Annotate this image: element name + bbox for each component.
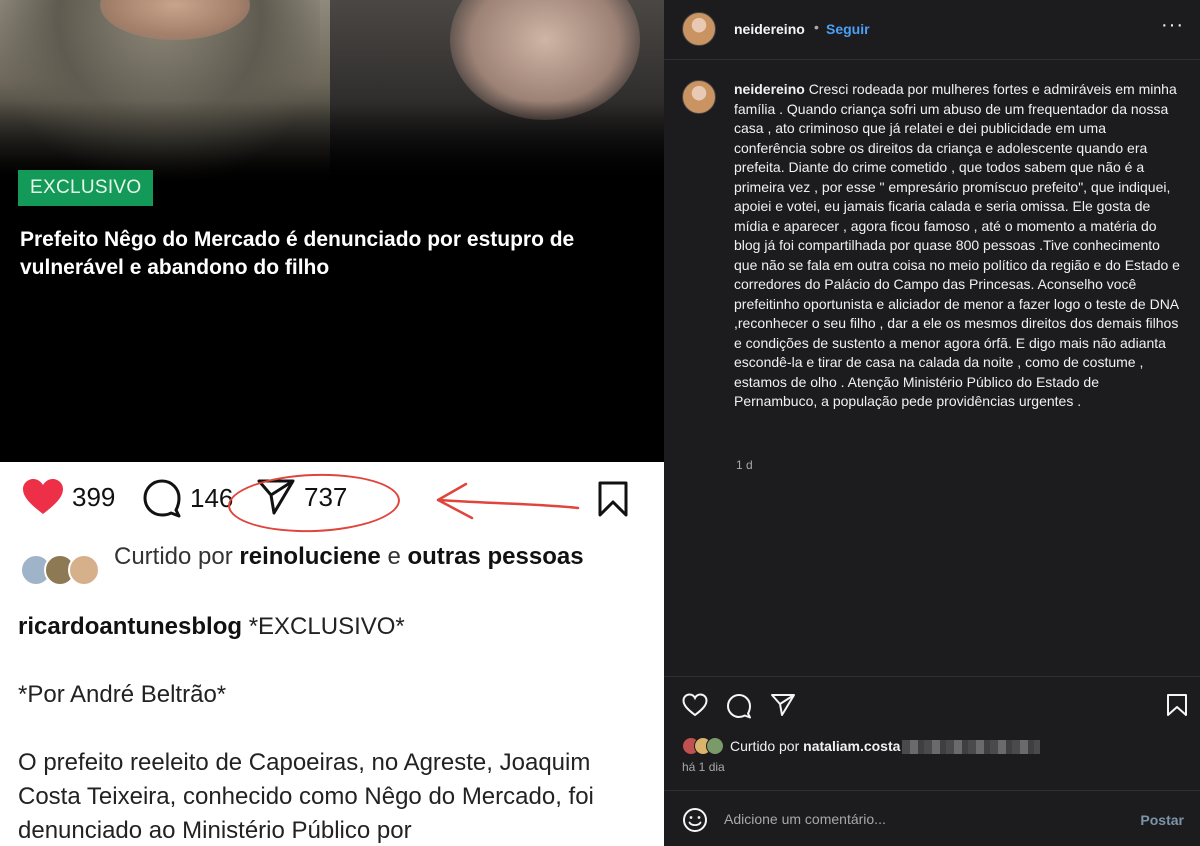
- avatar: [68, 554, 100, 586]
- comment-bar: Postar: [664, 790, 1200, 846]
- more-options-icon[interactable]: ···: [1161, 14, 1184, 37]
- caption-first: *EXCLUSIVO*: [248, 613, 405, 640]
- redacted-text: [902, 740, 1041, 755]
- post-actions-bar: [664, 676, 1200, 732]
- comment-text: neidereino Cresci rodeada por mulheres f…: [734, 80, 1180, 412]
- like-action[interactable]: 399: [22, 478, 115, 516]
- likes-summary: Curtido por nataliam.costa: [682, 735, 1041, 757]
- heart-icon[interactable]: [682, 693, 708, 717]
- separator-dot: •: [814, 19, 819, 35]
- liked-by-prefix: Curtido por: [114, 543, 233, 570]
- post-image: EXCLUSIVO Prefeito Nêgo do Mercado é den…: [0, 0, 664, 462]
- caption-byline: *Por André Beltrão*: [18, 681, 227, 708]
- liked-by-user[interactable]: reinoluciene: [239, 543, 380, 570]
- headline: Prefeito Nêgo do Mercado é denunciado po…: [20, 228, 575, 279]
- caption-body: O prefeito reeleito de Capoeiras, no Agr…: [18, 749, 594, 844]
- like-count: 399: [72, 481, 116, 512]
- caption-user[interactable]: ricardoantunesblog: [18, 613, 242, 640]
- red-arrow-annotation: [436, 482, 580, 520]
- comment-input[interactable]: [724, 805, 1114, 833]
- comment-body: Cresci rodeada por mulheres fortes e adm…: [734, 81, 1180, 409]
- comment-count: 146: [190, 482, 234, 513]
- liked-by-others[interactable]: outras pessoas: [407, 543, 583, 570]
- avatar[interactable]: [682, 80, 716, 114]
- comment-icon[interactable]: [726, 693, 752, 719]
- comment-time: 1 d: [736, 458, 753, 472]
- phone-screenshot: EXCLUSIVO Prefeito Nêgo do Mercado é den…: [0, 0, 664, 846]
- avatar[interactable]: [682, 12, 716, 46]
- comment-action[interactable]: 146: [142, 478, 233, 518]
- liked-by-joiner: e: [387, 543, 401, 570]
- exclusive-badge: EXCLUSIVO: [18, 170, 154, 206]
- send-icon[interactable]: [770, 693, 796, 717]
- bookmark-icon[interactable]: [1166, 693, 1188, 717]
- likes-prefix: Curtido por: [730, 737, 800, 754]
- avatar: [706, 737, 724, 755]
- comment-icon[interactable]: [142, 478, 182, 518]
- post-age: há 1 dia: [682, 760, 725, 774]
- post-comment-button[interactable]: Postar: [1140, 812, 1184, 828]
- post-header: neidereino • Seguir ···: [664, 0, 1200, 60]
- likes-user[interactable]: nataliam.costa: [803, 738, 900, 754]
- liker-avatars: [20, 554, 104, 588]
- post-caption: ricardoantunesblog *EXCLUSIVO* *Por Andr…: [18, 610, 658, 846]
- bookmark-icon[interactable]: [596, 480, 630, 518]
- comment-username[interactable]: neidereino: [734, 81, 805, 97]
- follow-button[interactable]: Seguir: [826, 21, 870, 37]
- emoji-icon[interactable]: [682, 807, 708, 833]
- header-username[interactable]: neidereino: [734, 21, 805, 37]
- instagram-post-panel: neidereino • Seguir ··· neidereino Cresc…: [664, 0, 1200, 846]
- heart-icon[interactable]: [22, 478, 64, 516]
